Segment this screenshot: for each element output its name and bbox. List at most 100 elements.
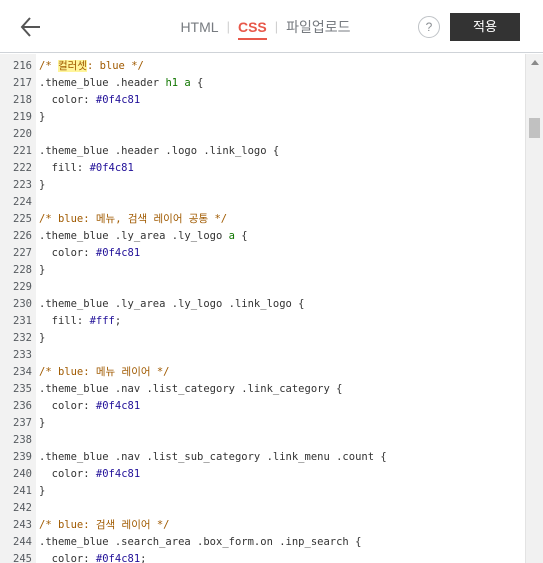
- code-line[interactable]: 239 .theme_blue .nav .list_sub_category .…: [0, 449, 525, 466]
- line-number: 234: [13, 366, 32, 378]
- code-text: }: [39, 415, 45, 432]
- code-text: .theme_blue .header .logo .link_logo {: [39, 143, 279, 160]
- apply-button[interactable]: 적용: [450, 13, 520, 41]
- code-line[interactable]: 227 color: #0f4c81: [0, 245, 525, 262]
- code-text: .theme_blue .search_area .box_form.on .i…: [39, 534, 361, 551]
- code-line[interactable]: 234 /* blue: 메뉴 레이어 */: [0, 364, 525, 381]
- code-line[interactable]: 243 /* blue: 검색 레이어 */: [0, 517, 525, 534]
- tab-file-upload[interactable]: 파일업로드: [286, 0, 350, 53]
- code-text: color: #0f4c81: [39, 466, 141, 483]
- code-value: #0f4c81: [95, 247, 141, 259]
- back-button[interactable]: [14, 12, 48, 42]
- code-comment: : blue */: [86, 60, 144, 72]
- code-line[interactable]: 228}: [0, 262, 525, 279]
- code-text: }: [39, 109, 45, 126]
- code-token: .theme_blue .search_area .box_form.on .i…: [39, 536, 362, 548]
- code-text: color: #0f4c81: [39, 398, 141, 415]
- line-number: 236: [13, 400, 32, 412]
- code-line[interactable]: 236 color: #0f4c81: [0, 398, 525, 415]
- code-token: }: [39, 332, 46, 344]
- code-line[interactable]: 232}: [0, 330, 525, 347]
- code-text: /* 컬러셋: blue */: [39, 58, 144, 75]
- line-number: 227: [13, 247, 32, 259]
- tab-separator: |: [274, 19, 279, 34]
- code-line[interactable]: 230 .theme_blue .ly_area .ly_logo .link_l…: [0, 296, 525, 313]
- code-text: /* blue: 메뉴 레이어 */: [39, 364, 169, 381]
- code-line[interactable]: 233: [0, 347, 525, 364]
- code-token: fill:: [39, 315, 90, 327]
- code-line[interactable]: 240 color: #0f4c81: [0, 466, 525, 483]
- css-code-editor[interactable]: 216 /* 컬러셋: blue */ 217 .theme_blue .header…: [0, 54, 543, 563]
- code-text: .theme_blue .ly_area .ly_logo a {: [39, 228, 248, 245]
- code-line[interactable]: 225 /* blue: 메뉴, 검색 레이어 공통 */: [0, 211, 525, 228]
- code-line[interactable]: 245 color: #0f4c81;: [0, 551, 525, 563]
- tab-html[interactable]: HTML: [180, 0, 218, 53]
- code-line[interactable]: 237}: [0, 415, 525, 432]
- code-token: color:: [39, 400, 96, 412]
- code-line[interactable]: 235 .theme_blue .nav .list_category .link…: [0, 381, 525, 398]
- code-token: color:: [39, 553, 96, 563]
- scrollbar-thumb[interactable]: [529, 118, 540, 138]
- back-arrow-icon: [20, 17, 40, 37]
- code-text: color: #0f4c81: [39, 92, 141, 109]
- code-token: .theme_blue .ly_area .ly_logo .link_logo…: [39, 298, 305, 310]
- code-comment: /*: [39, 60, 58, 72]
- code-line[interactable]: 244 .theme_blue .search_area .box_form.on…: [0, 534, 525, 551]
- line-number: 242: [13, 502, 32, 514]
- code-token: ;: [114, 315, 122, 327]
- code-text: color: #0f4c81: [39, 245, 141, 262]
- tab-css[interactable]: CSS: [237, 0, 267, 53]
- code-comment: /* blue: 검색 레이어 */: [39, 519, 170, 531]
- line-number: 230: [13, 298, 32, 310]
- code-line[interactable]: 241}: [0, 483, 525, 500]
- code-token: color:: [39, 247, 96, 259]
- code-token: ;: [140, 553, 147, 563]
- code-text: .theme_blue .header h1 a {: [39, 75, 203, 92]
- help-button[interactable]: ?: [418, 16, 440, 38]
- code-line[interactable]: 217 .theme_blue .header h1 a {: [0, 75, 525, 92]
- code-line[interactable]: 222 fill: #0f4c81: [0, 160, 525, 177]
- code-comment: /* blue: 메뉴, 검색 레이어 공통 */: [39, 213, 228, 225]
- line-number: 225: [13, 213, 32, 225]
- line-number: 245: [13, 553, 32, 563]
- code-line[interactable]: 238: [0, 432, 525, 449]
- line-number: 223: [13, 179, 32, 191]
- code-line[interactable]: 216 /* 컬러셋: blue */: [0, 58, 525, 75]
- scroll-up-arrow-icon[interactable]: [531, 60, 539, 65]
- line-number: 239: [13, 451, 32, 463]
- code-line[interactable]: 242: [0, 500, 525, 517]
- code-text: }: [39, 262, 45, 279]
- code-comment: /* blue: 메뉴 레이어 */: [39, 366, 170, 378]
- code-line[interactable]: 220: [0, 126, 525, 143]
- code-token: .theme_blue .ly_area .ly_logo: [39, 230, 229, 242]
- code-token: h1 a: [165, 77, 191, 89]
- code-line[interactable]: 219}: [0, 109, 525, 126]
- code-line[interactable]: 218 color: #0f4c81: [0, 92, 525, 109]
- code-token: .theme_blue .nav .list_category .link_ca…: [39, 383, 343, 395]
- code-text: fill: #fff;: [39, 313, 122, 330]
- line-number: 235: [13, 383, 32, 395]
- code-comment: 컬러셋: [57, 60, 87, 72]
- line-number: 229: [13, 281, 32, 293]
- code-text: }: [39, 483, 45, 500]
- line-number: 218: [13, 94, 32, 106]
- vertical-scrollbar[interactable]: [525, 54, 543, 563]
- line-number: 243: [13, 519, 32, 531]
- code-lines: 216 /* 컬러셋: blue */ 217 .theme_blue .header…: [0, 58, 525, 563]
- code-line[interactable]: 229: [0, 279, 525, 296]
- code-token: .theme_blue .header: [39, 77, 166, 89]
- code-line[interactable]: 231 fill: #fff;: [0, 313, 525, 330]
- line-number: 241: [13, 485, 32, 497]
- code-token: .theme_blue .header .logo .link_logo {: [39, 145, 280, 157]
- code-line[interactable]: 224: [0, 194, 525, 211]
- code-token: color:: [39, 94, 96, 106]
- code-text: .theme_blue .nav .list_sub_category .lin…: [39, 449, 387, 466]
- line-number: 240: [13, 468, 32, 480]
- line-number: 217: [13, 77, 32, 89]
- line-number: 233: [13, 349, 32, 361]
- code-line[interactable]: 226 .theme_blue .ly_area .ly_logo a {: [0, 228, 525, 245]
- code-token: }: [39, 264, 46, 276]
- code-line[interactable]: 223}: [0, 177, 525, 194]
- code-line[interactable]: 221 .theme_blue .header .logo .link_logo …: [0, 143, 525, 160]
- code-value: #0f4c81: [95, 553, 141, 563]
